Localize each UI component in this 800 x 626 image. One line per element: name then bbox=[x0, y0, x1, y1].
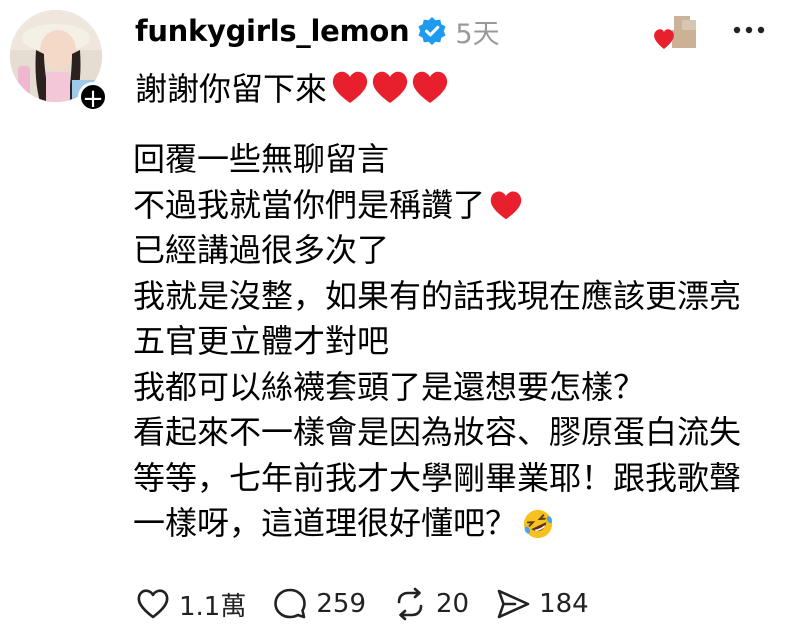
body-line: 我都可以絲襪套頭了是還想要怎樣？ bbox=[133, 365, 741, 411]
red-heart-emoji bbox=[332, 71, 368, 103]
body-line: 回覆一些無聊留言 bbox=[133, 137, 741, 183]
username[interactable]: funkygirls_lemon bbox=[135, 14, 410, 48]
follow-plus-button[interactable]: + bbox=[78, 82, 108, 113]
body-line-text: 我就是沒整，如果有的話我現在應該更漂亮 bbox=[133, 276, 742, 315]
body-line-text: 五官更立體才對吧 bbox=[133, 322, 390, 360]
heart-emojis bbox=[331, 69, 451, 105]
red-heart-emoji bbox=[490, 191, 522, 220]
rolling-laughing-emoji bbox=[523, 509, 553, 538]
body-line: 一樣呀，這道理很好懂吧？ bbox=[133, 501, 741, 547]
comment-count: 259 bbox=[316, 589, 366, 619]
body-line-text: 不過我就當你們是稱讚了 bbox=[133, 185, 486, 224]
body-line: 已經講過很多次了 bbox=[133, 228, 741, 274]
send-icon bbox=[497, 589, 530, 619]
repost-icon bbox=[397, 587, 423, 621]
body-line-text: 等等，七年前我才大學剛畢業耶！跟我歌聲 bbox=[133, 458, 742, 497]
like-count: 1.1萬 bbox=[179, 591, 247, 622]
repost-button[interactable]: 20 bbox=[392, 586, 469, 622]
body-line-text: 我都可以絲襪套頭了是還想要怎樣？ bbox=[133, 367, 646, 406]
body-line-text: 一樣呀，這道理很好懂吧？ bbox=[133, 504, 518, 542]
body-line-text: 回覆一些無聊留言 bbox=[133, 140, 390, 178]
repost-count: 20 bbox=[436, 589, 470, 619]
action-bar: 1.1萬 259 20 184 bbox=[135, 584, 615, 624]
reaction-indicator[interactable] bbox=[652, 14, 700, 54]
post-body: 回覆一些無聊留言 不過我就當你們是稱讚了 已經講過很多次了 我就是沒整，如果有的… bbox=[133, 137, 741, 547]
like-button[interactable]: 1.1萬 bbox=[135, 586, 246, 623]
body-line: 不過我就當你們是稱讚了 bbox=[133, 183, 741, 229]
red-heart-emoji bbox=[372, 71, 408, 103]
comment-button[interactable]: 259 bbox=[272, 586, 366, 622]
body-line: 看起來不一樣會是因為妝容、膠原蛋白流失 bbox=[133, 410, 741, 456]
verified-badge-icon bbox=[418, 17, 446, 45]
share-count: 184 bbox=[539, 589, 589, 619]
author-avatar-area[interactable]: + bbox=[10, 10, 108, 113]
heart-outline-icon bbox=[137, 589, 169, 619]
post-caption: 謝謝你留下來 bbox=[135, 64, 451, 110]
body-line: 五官更立體才對吧 bbox=[133, 319, 741, 365]
more-dots-icon[interactable] bbox=[730, 14, 770, 46]
red-heart-emoji bbox=[412, 71, 448, 103]
body-line: 等等，七年前我才大學剛畢業耶！跟我歌聲 bbox=[133, 456, 741, 502]
comment-bubble-icon bbox=[274, 588, 307, 619]
post-header: funkygirls_lemon 5天 bbox=[135, 10, 500, 52]
body-line-text: 看起來不一樣會是因為妝容、膠原蛋白流失 bbox=[133, 413, 742, 451]
post-time: 5天 bbox=[455, 18, 500, 50]
share-button[interactable]: 184 bbox=[495, 586, 589, 622]
liked-by-avatars-icon bbox=[654, 16, 696, 49]
caption-text: 謝謝你留下來 bbox=[135, 70, 328, 108]
body-line: 我就是沒整，如果有的話我現在應該更漂亮 bbox=[133, 274, 741, 320]
body-line-text: 已經講過很多次了 bbox=[133, 231, 390, 269]
